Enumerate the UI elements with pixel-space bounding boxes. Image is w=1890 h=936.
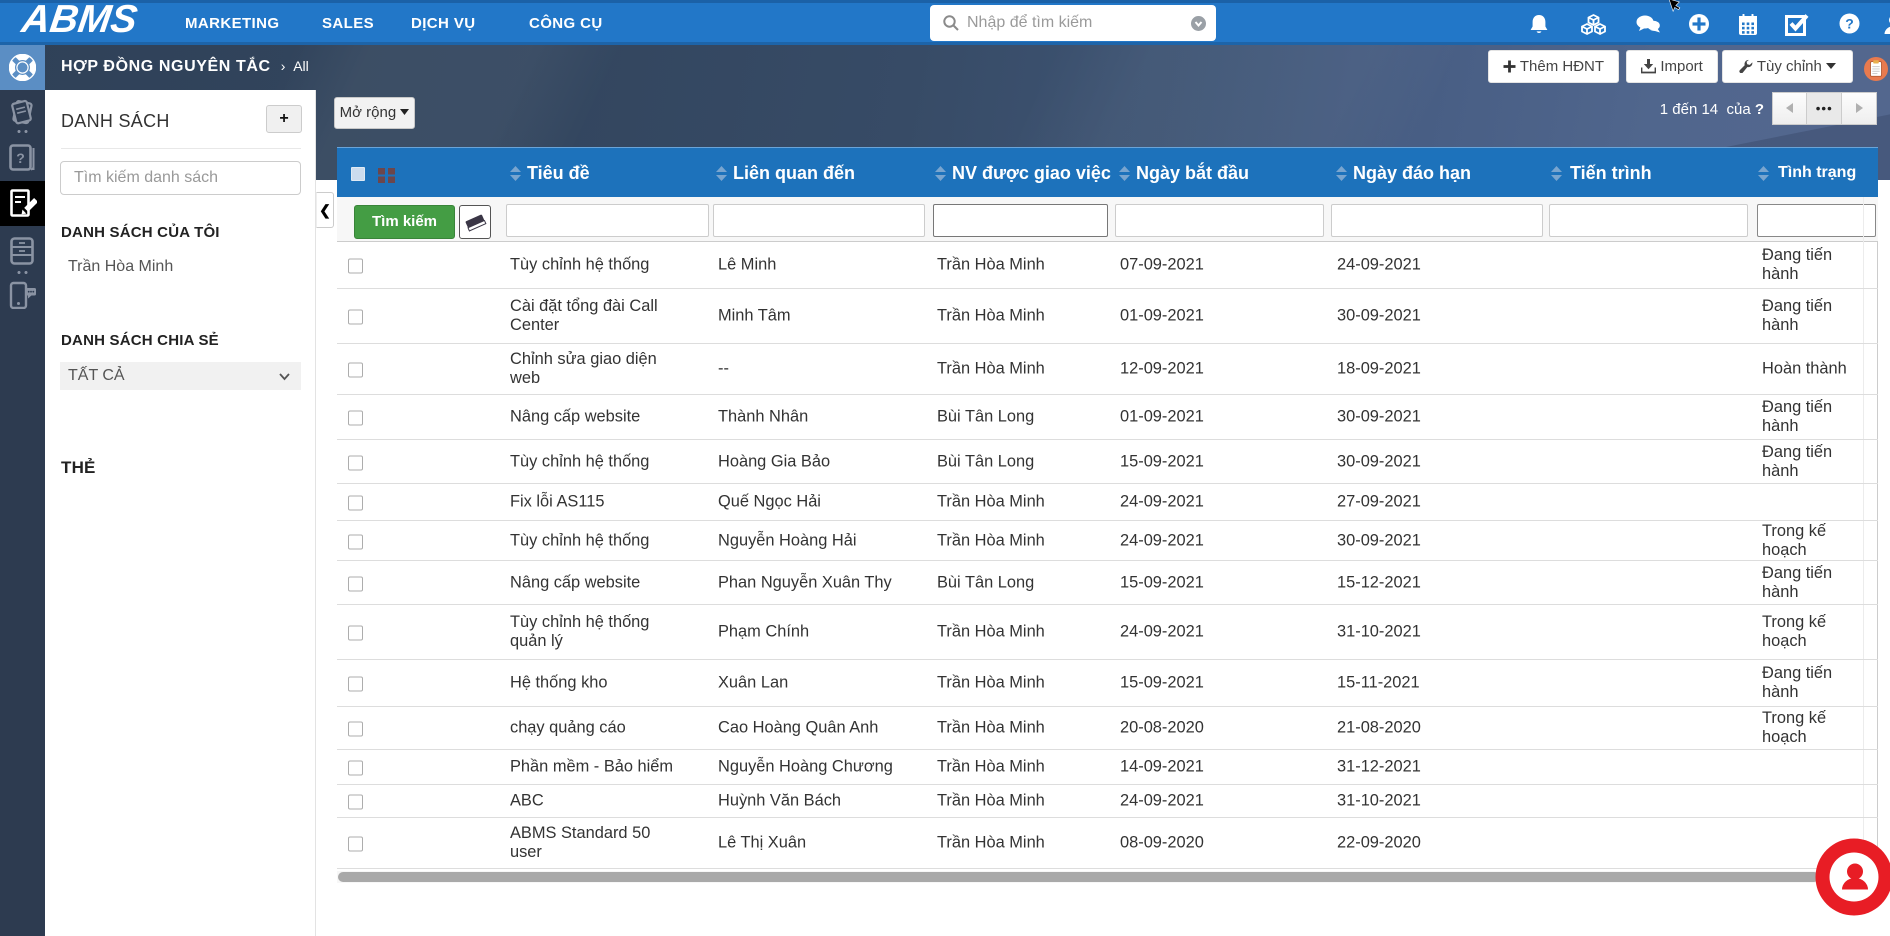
svg-text:?: ? xyxy=(16,150,25,166)
svg-text:?: ? xyxy=(1845,16,1854,32)
